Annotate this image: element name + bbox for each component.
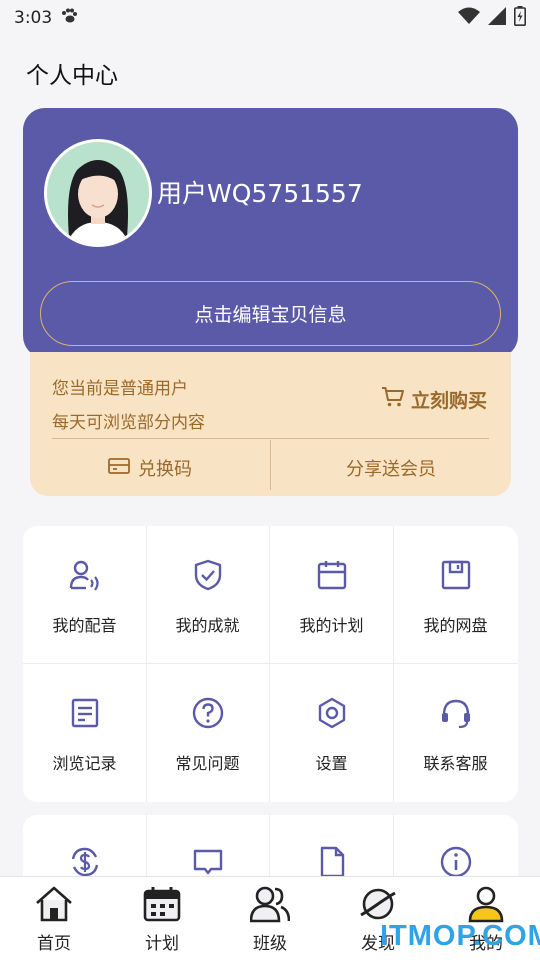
- nav-plan[interactable]: 计划: [108, 885, 216, 954]
- status-time: 3:03: [14, 8, 53, 28]
- redeem-code-button[interactable]: 兑换码: [30, 440, 270, 496]
- username: 用户WQ5751557: [157, 179, 363, 208]
- menu-item-label: 联系客服: [423, 754, 488, 773]
- question-icon: [191, 696, 225, 730]
- share-for-membership-button[interactable]: 分享送会员: [271, 440, 511, 496]
- menu-item-browse-history[interactable]: 浏览记录: [23, 664, 146, 802]
- nav-class[interactable]: 班级: [216, 885, 324, 954]
- menu-item-faq[interactable]: 常见问题: [146, 664, 269, 802]
- shield-check-icon: [191, 558, 225, 592]
- paw-icon: [60, 8, 78, 28]
- wifi-icon: [458, 7, 480, 29]
- calendar-icon: [315, 558, 349, 592]
- menu-item-label: 我的计划: [299, 616, 364, 635]
- nav-label: 首页: [37, 934, 71, 954]
- menu-item-label: 我的成就: [175, 616, 240, 635]
- menu-item-label: 设置: [315, 754, 348, 773]
- nav-label: 班级: [253, 934, 287, 954]
- dubbing-icon: [68, 558, 102, 592]
- edit-profile-button[interactable]: 点击编辑宝贝信息: [40, 281, 501, 346]
- buy-now-label: 立刻购买: [410, 390, 487, 412]
- document-icon: [68, 696, 102, 730]
- battery-icon: [514, 6, 526, 30]
- menu-grid: 我的配音 我的成就 我的计划 我的网盘 浏览记录 常见问题 设置 联系客服: [23, 526, 518, 802]
- save-disk-icon: [439, 558, 473, 592]
- menu-item-label: 我的网盘: [423, 616, 488, 635]
- redeem-code-label: 兑换码: [138, 459, 192, 480]
- profile-card: 用户WQ5751557 点击编辑宝贝信息: [23, 108, 518, 358]
- file-icon[interactable]: [270, 845, 393, 879]
- signal-icon: [488, 7, 506, 29]
- menu-item-label: 浏览记录: [52, 754, 117, 773]
- menu-item-my-cloud-disk[interactable]: 我的网盘: [394, 526, 517, 664]
- menu-item-my-achievements[interactable]: 我的成就: [146, 526, 269, 664]
- watermark: ITMOP.COM: [380, 920, 540, 952]
- menu-item-label: 我的配音: [52, 616, 117, 635]
- settings-hex-icon: [315, 696, 349, 730]
- people-icon: [249, 885, 291, 927]
- nav-home[interactable]: 首页: [0, 885, 108, 954]
- menu-item-label: 常见问题: [175, 754, 240, 773]
- status-bar: 3:03: [0, 0, 540, 36]
- avatar[interactable]: [44, 139, 152, 247]
- page-title: 个人中心: [26, 63, 118, 89]
- info-icon[interactable]: [394, 845, 517, 879]
- home-icon: [34, 885, 74, 927]
- cart-icon: [381, 386, 405, 413]
- membership-card: 您当前是普通用户 每天可浏览部分内容 立刻购买 兑换码 分享送会员: [30, 352, 511, 496]
- buy-now-button[interactable]: 立刻购买: [381, 386, 487, 413]
- menu-item-my-dubbing[interactable]: 我的配音: [23, 526, 146, 664]
- membership-limit: 每天可浏览部分内容: [52, 413, 205, 433]
- message-icon[interactable]: [146, 845, 269, 879]
- headset-icon: [439, 696, 473, 730]
- menu-item-my-plan[interactable]: 我的计划: [270, 526, 393, 664]
- calendar-nav-icon: [142, 885, 182, 927]
- ticket-icon: [108, 457, 130, 480]
- menu-item-settings[interactable]: 设置: [270, 664, 393, 802]
- nav-label: 计划: [145, 934, 179, 954]
- share-for-membership-label: 分享送会员: [346, 459, 436, 480]
- dollar-refresh-icon[interactable]: [23, 845, 146, 879]
- menu-item-contact-support[interactable]: 联系客服: [394, 664, 517, 802]
- membership-status: 您当前是普通用户: [52, 379, 188, 399]
- membership-divider: [52, 438, 489, 439]
